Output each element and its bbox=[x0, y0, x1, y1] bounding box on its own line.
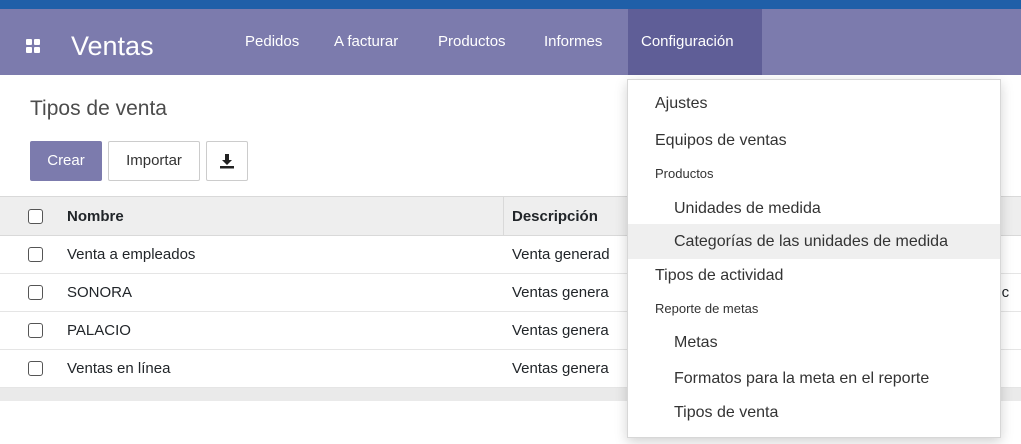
menu-a-facturar[interactable]: A facturar bbox=[321, 9, 411, 75]
dropdown-header-productos: Productos bbox=[655, 166, 714, 181]
dropdown-item-tipos-de-actividad[interactable]: Tipos de actividad bbox=[628, 267, 1000, 285]
dropdown-item-categorias-unidades[interactable]: Categorías de las unidades de medida bbox=[628, 224, 1000, 259]
dropdown-item-tipos-de-venta[interactable]: Tipos de venta bbox=[628, 404, 1000, 422]
app-brand[interactable]: Ventas bbox=[71, 31, 154, 61]
column-header-descripcion[interactable]: Descripción bbox=[512, 208, 598, 225]
select-all-checkbox[interactable] bbox=[28, 209, 43, 224]
download-icon bbox=[220, 154, 234, 169]
dropdown-item-ajustes[interactable]: Ajustes bbox=[628, 95, 1000, 113]
row-description: Ventas genera bbox=[512, 322, 609, 339]
row-description: Venta generad bbox=[512, 246, 610, 263]
row-name: Ventas en línea bbox=[67, 360, 171, 377]
row-checkbox[interactable] bbox=[28, 285, 43, 300]
menu-productos[interactable]: Productos bbox=[425, 9, 519, 75]
create-button[interactable]: Crear bbox=[30, 141, 102, 181]
row-description: Ventas genera bbox=[512, 360, 609, 377]
dropdown-item-equipos-de-ventas[interactable]: Equipos de ventas bbox=[628, 132, 1000, 150]
download-button[interactable] bbox=[206, 141, 248, 181]
top-accent-strip bbox=[0, 0, 1021, 9]
apps-grid-icon[interactable] bbox=[26, 39, 40, 53]
import-button[interactable]: Importar bbox=[108, 141, 200, 181]
menu-informes[interactable]: Informes bbox=[531, 9, 615, 75]
row-checkbox[interactable] bbox=[28, 361, 43, 376]
configuracion-dropdown: Ajustes Equipos de ventas Productos Unid… bbox=[627, 79, 1001, 438]
row-name: Venta a empleados bbox=[67, 246, 196, 263]
row-description: Ventas genera bbox=[512, 284, 609, 301]
page-title: Tipos de venta bbox=[30, 97, 167, 120]
row-name: PALACIO bbox=[67, 322, 131, 339]
row-name: SONORA bbox=[67, 284, 133, 301]
dropdown-header-reporte-de-metas: Reporte de metas bbox=[655, 301, 759, 316]
menu-configuracion[interactable]: Configuración bbox=[628, 9, 762, 75]
row-checkbox[interactable] bbox=[28, 247, 43, 262]
dropdown-item-metas[interactable]: Metas bbox=[628, 334, 1000, 352]
menu-pedidos[interactable]: Pedidos bbox=[232, 9, 312, 75]
dropdown-item-formatos-meta[interactable]: Formatos para la meta en el reporte bbox=[628, 370, 1000, 388]
column-header-nombre[interactable]: Nombre bbox=[67, 208, 124, 225]
column-separator bbox=[503, 197, 504, 237]
row-checkbox[interactable] bbox=[28, 323, 43, 338]
dropdown-item-unidades-de-medida[interactable]: Unidades de medida bbox=[628, 200, 1000, 218]
